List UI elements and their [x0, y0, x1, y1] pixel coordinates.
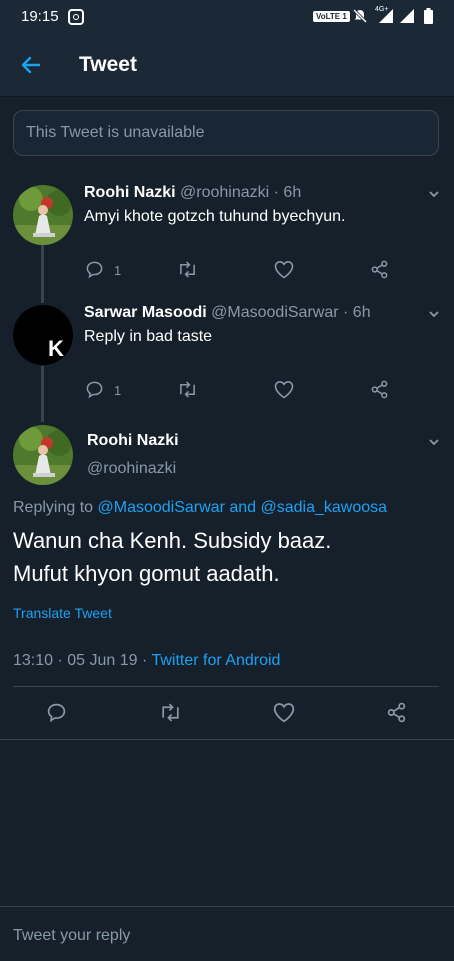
replying-and[interactable]: and	[225, 499, 261, 516]
reply-icon[interactable]	[85, 380, 104, 399]
avatar-letter: K	[48, 336, 64, 361]
tweet-text-line: Mufut khyon gomut aadath.	[13, 561, 280, 586]
thread-line	[41, 366, 44, 422]
tweet-metadata: 13:10 · 05 Jun 19 · Twitter for Android	[13, 652, 280, 670]
like-icon[interactable]	[274, 260, 294, 279]
divider	[13, 686, 439, 687]
thread-line	[41, 245, 44, 303]
divider	[0, 739, 454, 740]
instagram-icon	[68, 9, 84, 25]
avatar[interactable]: K	[13, 305, 73, 365]
battery-icon	[424, 8, 433, 24]
volte-badge: VoLTE 1	[313, 11, 350, 22]
unavailable-tweet-notice[interactable]: This Tweet is unavailable	[13, 110, 439, 156]
tweet-text-line: Wanun cha Kenh. Subsidy baaz.	[13, 528, 332, 553]
tweet-header: Roohi Nazki @roohinazki · 6h	[84, 184, 301, 202]
user-handle[interactable]: @roohinazki	[87, 460, 176, 478]
signal-2-icon	[399, 8, 415, 24]
reply-composer[interactable]: Tweet your reply	[0, 906, 454, 961]
display-name[interactable]: Roohi Nazki	[87, 432, 179, 450]
chevron-down-icon[interactable]	[428, 308, 440, 320]
replying-user-link[interactable]: @MasoodiSarwar	[98, 499, 225, 516]
reply-icon[interactable]	[85, 260, 104, 279]
tweet-text: Wanun cha Kenh. Subsidy baaz. Mufut khyo…	[13, 524, 443, 590]
page-title: Tweet	[79, 53, 137, 76]
back-arrow-icon[interactable]	[19, 53, 43, 77]
tweet-timestamp: 13:10 · 05 Jun 19 ·	[13, 652, 152, 669]
reply-count: 1	[114, 263, 122, 278]
user-handle: @roohinazki	[180, 184, 270, 201]
avatar[interactable]	[13, 425, 73, 485]
tweet-time: · 6h	[273, 184, 302, 201]
unavailable-text: This Tweet is unavailable	[26, 124, 205, 141]
share-icon[interactable]	[386, 702, 407, 723]
signal-icon	[378, 8, 394, 24]
display-name[interactable]: Sarwar Masoodi	[84, 304, 207, 321]
replying-user-link[interactable]: @sadia_kawoosa	[261, 499, 388, 516]
chevron-down-icon[interactable]	[428, 436, 440, 448]
like-icon[interactable]	[273, 702, 295, 723]
display-name[interactable]: Roohi Nazki	[84, 184, 176, 201]
tweet-text: Amyi khote gotzch tuhund byechyun.	[84, 208, 346, 225]
mute-notifications-icon	[352, 8, 368, 24]
retweet-icon[interactable]	[177, 380, 198, 399]
status-time: 19:15	[21, 8, 59, 25]
tweet-source-link[interactable]: Twitter for Android	[151, 652, 280, 669]
translate-tweet-link[interactable]: Translate Tweet	[13, 605, 112, 621]
reply-input-placeholder[interactable]: Tweet your reply	[13, 927, 130, 945]
share-icon[interactable]	[370, 260, 389, 279]
like-icon[interactable]	[274, 380, 294, 399]
tweet-text: Reply in bad taste	[84, 328, 213, 345]
reply-icon[interactable]	[46, 702, 67, 723]
status-bar: 19:15 VoLTE 1 4G+	[0, 0, 454, 34]
chevron-down-icon[interactable]	[428, 188, 440, 200]
avatar[interactable]	[13, 185, 73, 245]
replying-prefix: Replying to	[13, 499, 98, 516]
app-header: Tweet	[0, 34, 454, 97]
retweet-icon[interactable]	[159, 702, 182, 723]
tweet-time: · 6h	[343, 304, 371, 321]
tweet-header: Sarwar Masoodi @MasoodiSarwar · 6h	[84, 304, 371, 322]
replying-to: Replying to @MasoodiSarwar and @sadia_ka…	[13, 499, 387, 517]
reply-count: 1	[114, 383, 122, 398]
user-handle: @MasoodiSarwar	[211, 304, 339, 321]
retweet-icon[interactable]	[177, 260, 198, 279]
share-icon[interactable]	[370, 380, 389, 399]
